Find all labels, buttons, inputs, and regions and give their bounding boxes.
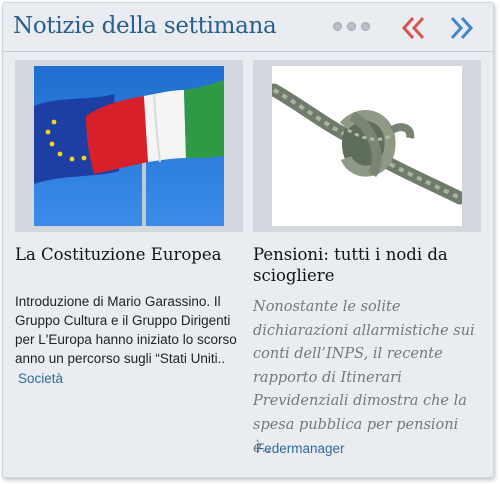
prev-button[interactable] <box>400 15 426 41</box>
article-excerpt: Nonostante le solite dichiarazioni allar… <box>253 299 475 456</box>
article-image-eu-italy-flags[interactable] <box>15 60 243 232</box>
pager-dot[interactable] <box>361 22 370 31</box>
pager-dots <box>333 22 370 31</box>
double-chevron-left-icon <box>401 16 425 40</box>
double-chevron-right-icon <box>450 16 474 40</box>
article-image-knotted-rope[interactable] <box>253 60 481 232</box>
pager-dot[interactable] <box>333 22 342 31</box>
article-card[interactable]: Pensioni: tutti i nodi da sciogliere Non… <box>253 60 481 456</box>
next-button[interactable] <box>449 15 475 41</box>
article-title[interactable]: Pensioni: tutti i nodi da sciogliere <box>253 244 481 286</box>
article-category-link[interactable]: Federmanager <box>256 441 345 456</box>
article-category-link[interactable]: Società <box>18 371 63 386</box>
widget-header: Notizie della settimana <box>3 3 493 52</box>
news-widget: Notizie della settimana La Costituzione … <box>2 2 494 478</box>
article-excerpt: Introduzione di Mario Garassino. Il Grup… <box>15 294 237 366</box>
widget-title: Notizie della settimana <box>13 13 277 39</box>
article-card[interactable]: La Costituzione Europea Introduzione di … <box>15 60 243 386</box>
pager-dot[interactable] <box>347 22 356 31</box>
article-title[interactable]: La Costituzione Europea <box>15 244 243 265</box>
